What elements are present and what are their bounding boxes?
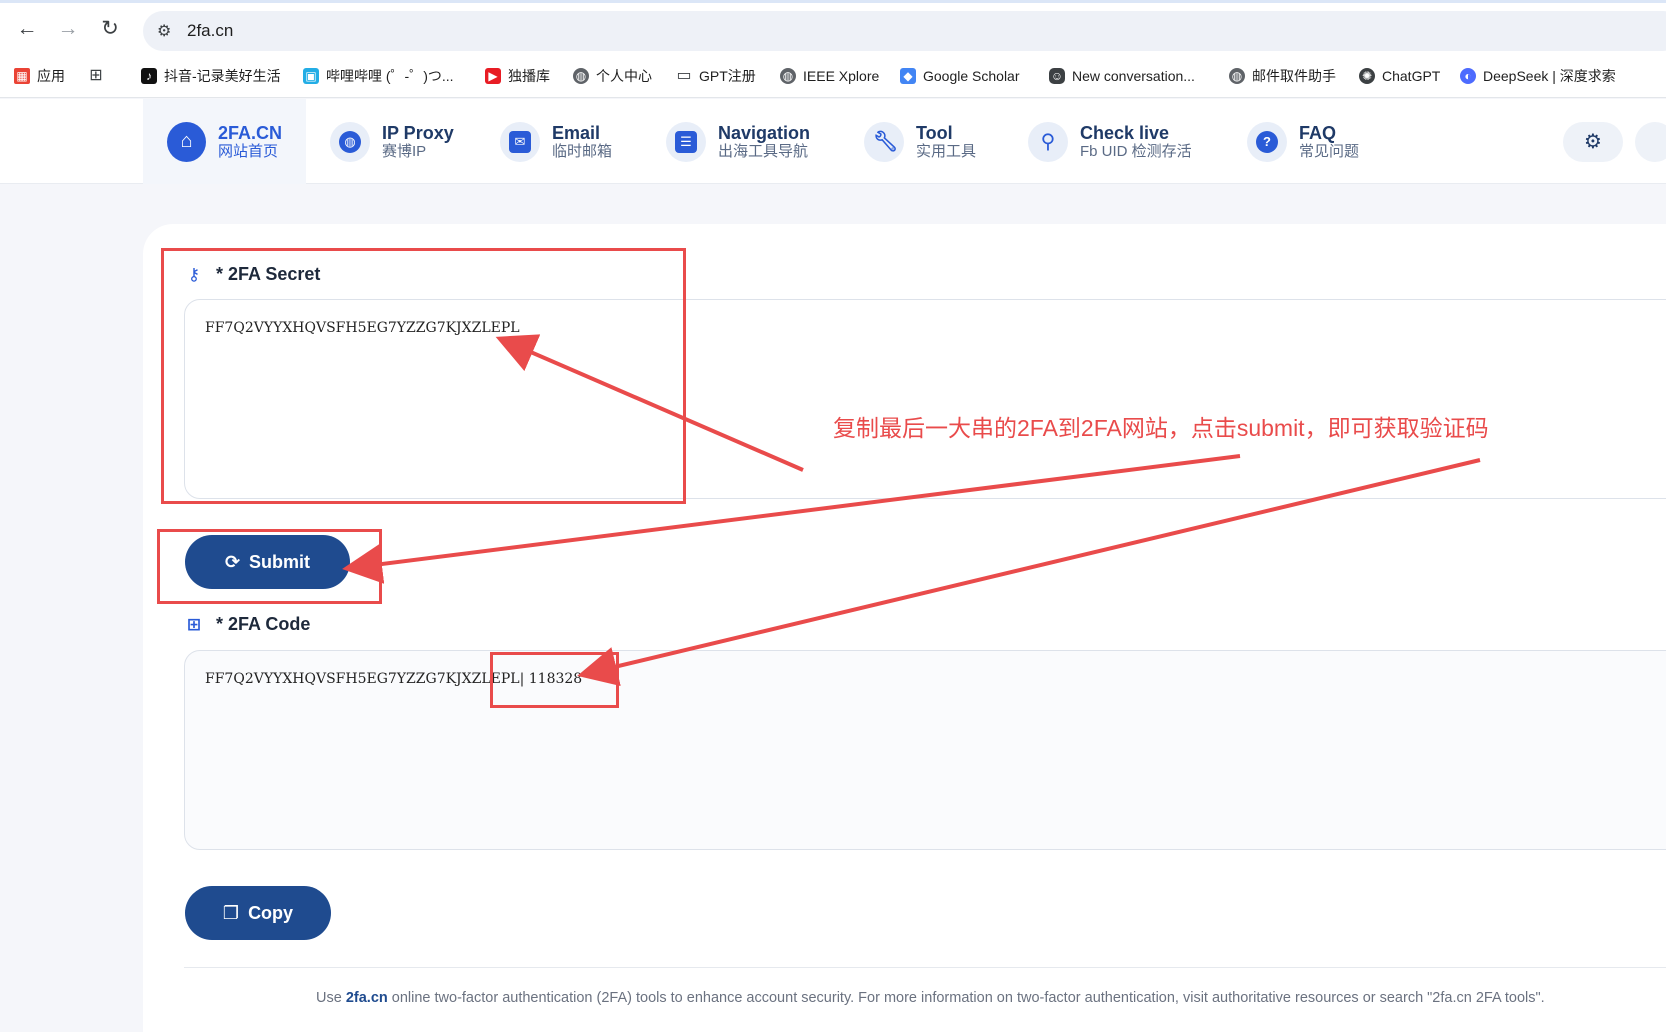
bookmark-mail-helper[interactable]: ◍ 邮件取件助手 bbox=[1229, 66, 1336, 86]
bookmark-new-conversation[interactable]: ☺ New conversation... bbox=[1049, 66, 1195, 86]
footer-divider bbox=[184, 967, 1666, 968]
bookmark-bilibili[interactable]: ▣ 哔哩哔哩 (゜-゜)つ... bbox=[303, 66, 454, 86]
nav-tool[interactable]: 🔧︎ Tool 实用工具 bbox=[864, 99, 976, 184]
globe-icon: ◍ bbox=[780, 68, 796, 84]
bilibili-icon: ▣ bbox=[303, 68, 319, 84]
folder-icon: ▭ bbox=[676, 67, 692, 84]
settings-gear-icon[interactable]: ⚙ bbox=[1563, 122, 1623, 162]
bookmark-deepseek[interactable]: ◐ DeepSeek | 深度求索 bbox=[1460, 66, 1616, 86]
bookmark-profile[interactable]: ◍ 个人中心 bbox=[573, 66, 652, 86]
bookmark-douyin[interactable]: ♪ 抖音-记录美好生活 bbox=[141, 66, 281, 86]
code-output[interactable]: FF7Q2VYYXHQVSFH5EG7YZZG7KJXZLEPL| 118328 bbox=[184, 650, 1666, 850]
nav-home[interactable]: ⌂ 2FA.CN 网站首页 bbox=[143, 99, 306, 184]
signpost-icon: ☰ bbox=[666, 121, 706, 162]
tiktok-icon: ♪ bbox=[141, 68, 157, 84]
apps-grid-icon: ▦ bbox=[14, 68, 30, 84]
bookmark-scholar[interactable]: ◆ Google Scholar bbox=[900, 66, 1020, 86]
nav-faq[interactable]: ? FAQ 常见问题 bbox=[1247, 99, 1359, 184]
address-bar[interactable]: ⚙ 2fa.cn bbox=[143, 11, 1666, 51]
scholar-icon: ◆ bbox=[900, 68, 916, 84]
nav-email[interactable]: ✉ Email 临时邮箱 bbox=[500, 99, 612, 184]
deepseek-icon: ◐ bbox=[1460, 68, 1476, 84]
bookmark-gpt-folder[interactable]: ▭ GPT注册 bbox=[676, 66, 755, 86]
globe-icon: ◍ bbox=[330, 121, 370, 162]
copy-button[interactable]: ❐ Copy bbox=[185, 886, 331, 940]
search-icon: ⚲ bbox=[1028, 121, 1068, 162]
footer-site-link[interactable]: 2fa.cn bbox=[346, 990, 388, 1006]
bookmark-apps[interactable]: ▦ 应用 bbox=[14, 66, 65, 86]
bot-icon: ☺ bbox=[1049, 68, 1065, 84]
code-label: ⊞ * 2FA Code bbox=[184, 614, 310, 635]
bookmark-ieee[interactable]: ◍ IEEE Xplore bbox=[780, 66, 879, 86]
address-url[interactable]: 2fa.cn bbox=[187, 21, 233, 41]
site-navigation: ⌂ 2FA.CN 网站首页 ◍ IP Proxy 赛博IP ✉ Email 临时邮箱 … bbox=[0, 99, 1666, 184]
annotation-box-secret bbox=[161, 248, 686, 504]
openai-icon: ✺ bbox=[1359, 68, 1375, 84]
back-icon[interactable]: ← bbox=[14, 16, 40, 42]
browser-toolbar: ← → ↻ ⚙ 2fa.cn bbox=[0, 0, 1666, 54]
bookmark-dubo[interactable]: ▶ 独播库 bbox=[485, 66, 550, 86]
nav-ip-proxy[interactable]: ◍ IP Proxy 赛博IP bbox=[330, 99, 454, 184]
home-icon: ⌂ bbox=[167, 121, 206, 162]
nav-navigation[interactable]: ☰ Navigation 出海工具导航 bbox=[666, 99, 810, 184]
annotation-note: 复制最后一大串的2FA到2FA网站，点击submit，即可获取验证码 bbox=[833, 415, 1489, 441]
reload-icon[interactable]: ↻ bbox=[97, 16, 123, 42]
play-icon: ▶ bbox=[485, 68, 501, 84]
forward-icon[interactable]: → bbox=[55, 16, 81, 42]
bookmark-tab-groups[interactable]: ⊞ bbox=[88, 66, 111, 86]
globe-icon: ◍ bbox=[1229, 68, 1245, 84]
tab-groups-icon: ⊞ bbox=[89, 67, 103, 84]
footer-text: Use 2fa.cn online two-factor authenticat… bbox=[316, 990, 1545, 1006]
globe-icon: ◍ bbox=[573, 68, 589, 84]
tab-strip bbox=[0, 0, 1666, 3]
annotation-box-code bbox=[490, 652, 619, 708]
question-icon: ? bbox=[1247, 121, 1287, 162]
site-info-icon[interactable]: ⚙ bbox=[157, 21, 171, 41]
wrench-icon: 🔧︎ bbox=[864, 121, 904, 162]
copy-icon: ❐ bbox=[222, 902, 240, 923]
nav-check-live[interactable]: ⚲ Check live Fb UID 检测存活 bbox=[1028, 99, 1192, 184]
mail-icon: ✉ bbox=[500, 121, 540, 162]
bookmark-chatgpt[interactable]: ✺ ChatGPT bbox=[1359, 66, 1440, 86]
qr-code-icon: ⊞ bbox=[186, 614, 202, 634]
annotation-box-submit bbox=[157, 529, 382, 604]
bookmarks-bar: ▦ 应用 ⊞ ♪ 抖音-记录美好生活 ▣ 哔哩哔哩 (゜-゜)つ... ▶ 独播库 ◍ 个… bbox=[0, 54, 1666, 140]
